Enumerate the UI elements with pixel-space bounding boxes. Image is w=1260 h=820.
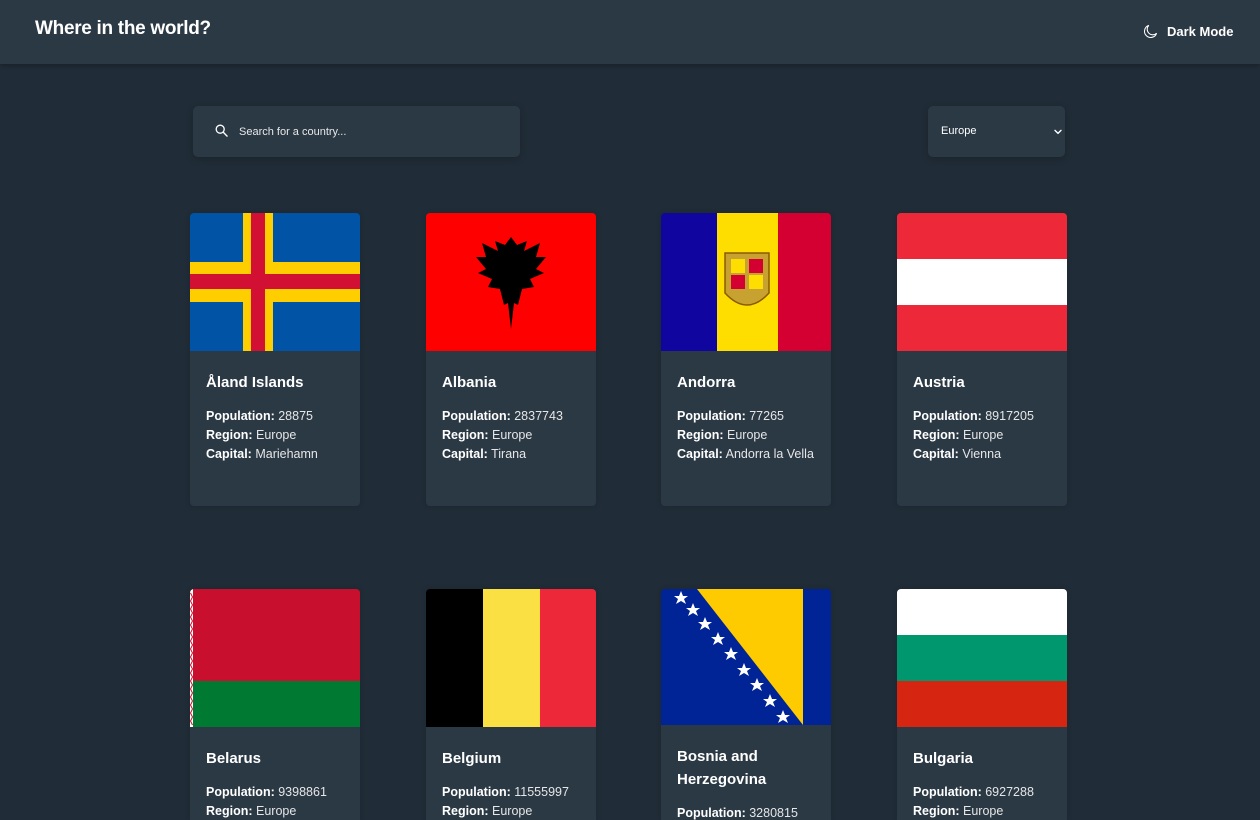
population-line: Population: 77265 xyxy=(677,407,784,426)
flag-image xyxy=(190,213,360,351)
flag-image xyxy=(897,213,1067,351)
region-label: Region: xyxy=(442,804,489,818)
region-label: Region: xyxy=(913,804,960,818)
capital-label: Capital: xyxy=(206,447,252,461)
region-line: Region: Europe xyxy=(206,802,296,820)
region-line: Region: Europe xyxy=(206,426,296,445)
region-line: Region: Europe xyxy=(913,426,1003,445)
population-line: Population: 28875 xyxy=(206,407,313,426)
population-label: Population: xyxy=(442,785,511,799)
flag-image xyxy=(897,589,1067,727)
population-label: Population: xyxy=(206,785,275,799)
country-name: Albania xyxy=(442,374,497,391)
search-box xyxy=(193,106,520,157)
country-card-andorra[interactable]: Andorra Population: 77265 Region: Europe… xyxy=(661,213,831,506)
population-label: Population: xyxy=(913,409,982,423)
capital-label: Capital: xyxy=(913,447,959,461)
flag-image xyxy=(661,213,831,351)
population-label: Population: xyxy=(913,785,982,799)
region-value: Europe xyxy=(963,804,1004,818)
region-label: Region: xyxy=(677,428,724,442)
region-value: Europe xyxy=(492,804,533,818)
population-value: 3280815 xyxy=(749,806,798,820)
region-line: Region: Europe xyxy=(442,802,532,820)
region-value: Europe xyxy=(727,428,768,442)
country-card-austria[interactable]: Austria Population: 8917205 Region: Euro… xyxy=(897,213,1067,506)
region-value: Europe xyxy=(256,804,297,818)
capital-line: Capital: Vienna xyxy=(913,445,1001,464)
population-value: 6927288 xyxy=(985,785,1034,799)
population-line: Population: 9398861 xyxy=(206,783,327,802)
capital-line: Capital: Mariehamn xyxy=(206,445,318,464)
region-label: Region: xyxy=(206,804,253,818)
flag-image xyxy=(661,589,831,725)
country-card-bulgaria[interactable]: Bulgaria Population: 6927288 Region: Eur… xyxy=(897,589,1067,820)
chevron-down-icon xyxy=(1054,129,1062,135)
region-value: Europe xyxy=(963,428,1004,442)
population-value: 28875 xyxy=(278,409,313,423)
moon-icon xyxy=(1144,24,1158,38)
population-line: Population: 11555997 xyxy=(442,783,569,802)
country-card-aland-islands[interactable]: Åland Islands Population: 28875 Region: … xyxy=(190,213,360,506)
flag-image xyxy=(426,589,596,727)
capital-label: Capital: xyxy=(677,447,723,461)
capital-value: Mariehamn xyxy=(255,447,318,461)
population-value: 11555997 xyxy=(514,785,569,799)
region-value: Europe xyxy=(492,428,533,442)
region-value: Europe xyxy=(256,428,297,442)
country-name: Bulgaria xyxy=(913,750,974,767)
search-icon xyxy=(215,124,228,137)
country-name: Åland Islands xyxy=(206,374,304,391)
population-line: Population: 8917205 xyxy=(913,407,1034,426)
country-name: Belarus xyxy=(206,750,262,767)
region-label: Region: xyxy=(206,428,253,442)
flag-image xyxy=(426,213,596,351)
region-filter-select[interactable]: Europe xyxy=(928,106,1065,157)
capital-line: Capital: Tirana xyxy=(442,445,526,464)
region-line: Region: Europe xyxy=(442,426,532,445)
region-filter-value: Europe xyxy=(941,125,977,137)
country-name: Austria xyxy=(913,374,965,391)
population-line: Population: 2837743 xyxy=(442,407,563,426)
app-title: Where in the world? xyxy=(35,18,211,39)
country-name: Bosnia and Herzegovina xyxy=(677,748,767,788)
region-line: Region: Europe xyxy=(913,802,1003,820)
population-label: Population: xyxy=(206,409,275,423)
population-value: 2837743 xyxy=(514,409,563,423)
country-card-albania[interactable]: Albania Population: 2837743 Region: Euro… xyxy=(426,213,596,506)
flag-image xyxy=(190,589,360,727)
country-name: Belgium xyxy=(442,750,502,767)
search-input[interactable] xyxy=(239,106,509,157)
region-label: Region: xyxy=(913,428,960,442)
capital-line: Capital: Andorra la Vella xyxy=(677,445,814,464)
population-value: 9398861 xyxy=(278,785,327,799)
region-line: Region: Europe xyxy=(677,426,767,445)
capital-value: Vienna xyxy=(962,447,1002,461)
region-label: Region: xyxy=(442,428,489,442)
population-line: Population: 6927288 xyxy=(913,783,1034,802)
capital-label: Capital: xyxy=(442,447,488,461)
top-bar: Where in the world? Dark Mode xyxy=(0,0,1260,64)
dark-mode-toggle[interactable]: Dark Mode xyxy=(1143,20,1233,42)
population-value: 77265 xyxy=(749,409,784,423)
country-card-belarus[interactable]: Belarus Population: 9398861 Region: Euro… xyxy=(190,589,360,820)
country-card-belgium[interactable]: Belgium Population: 11555997 Region: Eur… xyxy=(426,589,596,820)
population-label: Population: xyxy=(677,409,746,423)
country-name: Andorra xyxy=(677,374,736,391)
population-value: 8917205 xyxy=(985,409,1034,423)
capital-value: Andorra la Vella xyxy=(725,447,814,461)
capital-value: Tirana xyxy=(491,447,527,461)
country-card-bosnia-and-herzegovina[interactable]: Bosnia and Herzegovina Population: 32808… xyxy=(661,589,831,820)
population-line: Population: 3280815 xyxy=(677,804,798,820)
population-label: Population: xyxy=(442,409,511,423)
population-label: Population: xyxy=(677,806,746,820)
dark-mode-label: Dark Mode xyxy=(1167,23,1234,39)
